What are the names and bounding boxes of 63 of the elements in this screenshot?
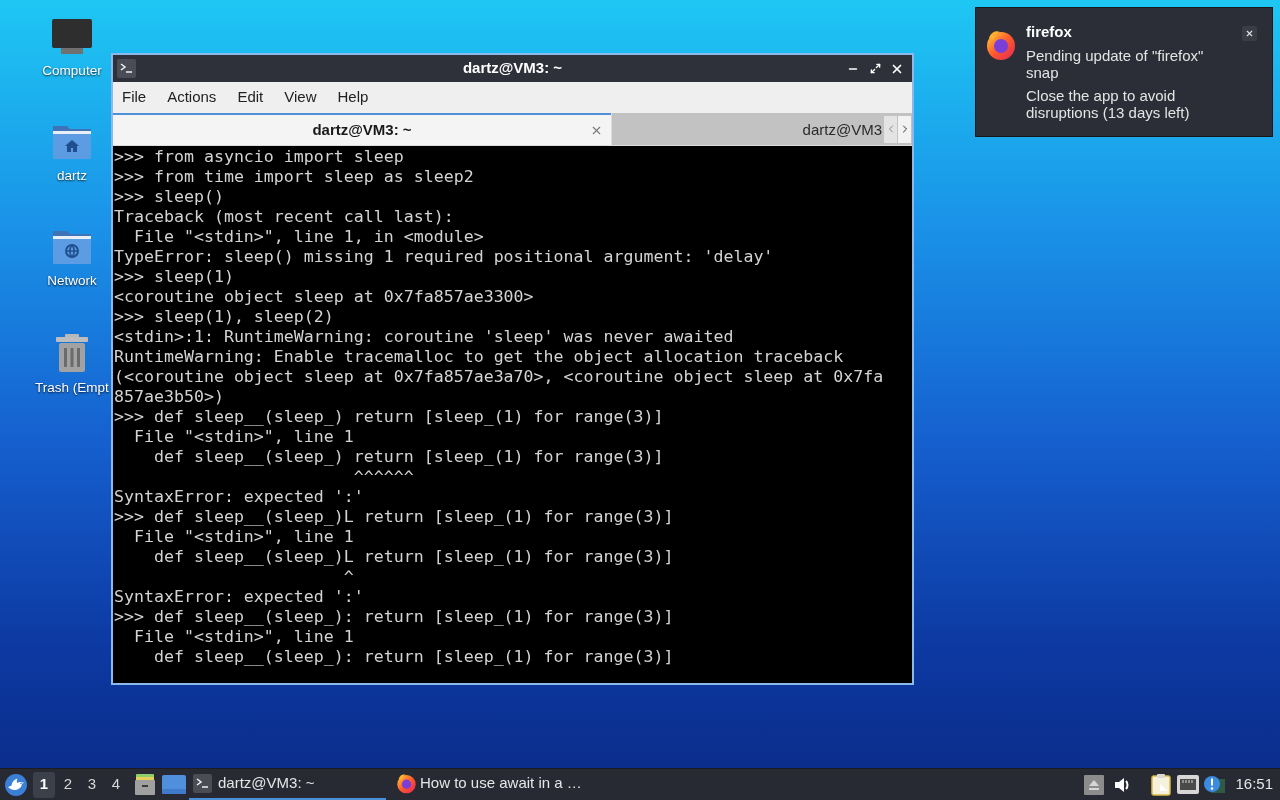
menu-item[interactable]: File bbox=[122, 86, 147, 109]
terminal-line: >>> sleep() bbox=[114, 187, 224, 207]
terminal-line: SyntaxError: expected ':' bbox=[114, 587, 364, 607]
terminal-line: File "<stdin>", line 1 bbox=[132, 427, 354, 447]
window-title: dartz@VM3: ~ bbox=[462, 58, 563, 79]
menu-item[interactable]: Actions bbox=[167, 86, 217, 109]
maximize-icon bbox=[869, 63, 881, 74]
terminal-line: RuntimeWarning: Enable tracemalloc to get the object allocation traceback bbox=[114, 347, 844, 367]
home-folder-icon bbox=[51, 123, 93, 161]
close-icon bbox=[1245, 29, 1254, 38]
tab[interactable]: dartz@VM3 bbox=[612, 113, 884, 145]
terminal-line: File "<stdin>", line 1, in <module> bbox=[132, 227, 484, 247]
terminal-line: >>> def sleep__(sleep_): return [sleep_(1) for range(3)] bbox=[114, 607, 674, 627]
terminal-line: def sleep__(sleep_)L return [sleep_(1) for range(3)] bbox=[152, 547, 674, 567]
clipboard-icon[interactable] bbox=[1151, 773, 1172, 796]
eject-icon[interactable] bbox=[1084, 774, 1105, 795]
network-port-icon[interactable] bbox=[1177, 775, 1200, 794]
terminal-line: >>> def sleep__(sleep_)L return [sleep_(1) for range(3)] bbox=[114, 507, 674, 527]
terminal-line: (<coroutine object sleep at 0x7fa857ae3a70>, <coroutine object sleep at 0x7fa bbox=[114, 367, 884, 387]
workspace-button[interactable]: 4 bbox=[105, 771, 127, 798]
terminal-line: <stdin>:1: RuntimeWarning: coroutine 'sleep' was never awaited bbox=[114, 327, 734, 347]
menu-item[interactable]: Help bbox=[337, 86, 369, 109]
menu-item[interactable]: Edit bbox=[237, 86, 264, 109]
terminal-line: >>> def sleep__(sleep_) return [sleep_(1) for range(3)] bbox=[114, 407, 664, 427]
notification-message: Close the app to avoid disruptions (13 days left) bbox=[1026, 87, 1191, 121]
terminal-line: >>> from asyncio import sleep bbox=[114, 147, 404, 167]
taskbar-task[interactable]: How to use await in a … bbox=[394, 769, 591, 800]
workspace-button[interactable]: 3 bbox=[81, 771, 103, 798]
drawer-icon[interactable] bbox=[135, 774, 155, 795]
terminal-line: Traceback (most recent call last): bbox=[114, 207, 454, 227]
globe-folder-icon bbox=[51, 228, 93, 266]
alert-icon[interactable] bbox=[1203, 774, 1226, 795]
taskbar-task[interactable]: dartz@VM3: ~ bbox=[189, 769, 386, 800]
browser-icon bbox=[985, 29, 1017, 61]
terminal-line: ^^^^^^ bbox=[352, 467, 414, 487]
terminal-line: <coroutine object sleep at 0x7fa857ae3300> bbox=[114, 287, 534, 307]
menu-item[interactable]: View bbox=[284, 86, 317, 109]
scroll-tabs-right-button[interactable] bbox=[898, 115, 911, 143]
terminal-line: def sleep__(sleep_): return [sleep_(1) for range(3)] bbox=[152, 647, 674, 667]
workspace-button[interactable]: 1 bbox=[33, 771, 55, 798]
terminal-line: File "<stdin>", line 1 bbox=[132, 527, 354, 547]
terminal-line: File "<stdin>", line 1 bbox=[132, 627, 354, 647]
browser-icon bbox=[396, 773, 417, 794]
close-notification-button[interactable] bbox=[1242, 26, 1257, 41]
desktop-shortcut[interactable]: Trash (Empt bbox=[35, 330, 109, 397]
notification-title: firefox bbox=[1026, 23, 1073, 41]
terminal-line: >>> sleep(1), sleep(2) bbox=[114, 307, 334, 327]
clock: 16:51 bbox=[1235, 774, 1273, 795]
bird-icon[interactable] bbox=[5, 773, 27, 796]
terminal-icon bbox=[193, 774, 212, 793]
terminal-line: 857ae3b50>) bbox=[114, 387, 224, 407]
terminal-line: ^ bbox=[342, 567, 354, 587]
terminal-line: >>> from time import sleep as sleep2 bbox=[114, 167, 474, 187]
desktop-shortcut[interactable]: Network bbox=[47, 225, 97, 290]
terminal-line: def sleep__(sleep_) return [sleep_(1) for range(3)] bbox=[152, 447, 664, 467]
workspace-button[interactable]: 2 bbox=[57, 771, 79, 798]
tab[interactable]: dartz@VM3: ~ bbox=[113, 113, 611, 145]
monitor-icon bbox=[51, 18, 93, 56]
terminal-line: SyntaxError: expected ':' bbox=[114, 487, 364, 507]
terminal-line: TypeError: sleep() missing 1 required positional argument: 'delay' bbox=[114, 247, 774, 267]
terminal-line: >>> sleep(1) bbox=[114, 267, 234, 287]
notification-message: Pending update of "firefox" snap bbox=[1026, 47, 1205, 81]
terminal-icon bbox=[117, 59, 136, 78]
